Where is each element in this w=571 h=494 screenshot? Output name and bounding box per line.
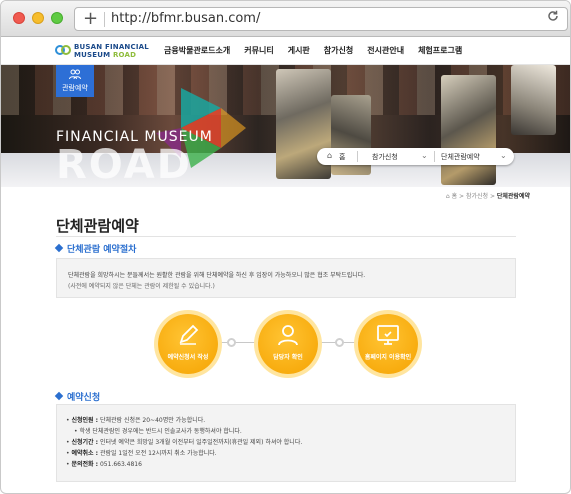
info-row-students: • 학생 단체관람인 경우에는 반드시 인솔교사가 동행하셔야 합니다. [74,428,242,435]
maximize-window-button[interactable] [51,12,63,24]
quick-reservation-label: 관람예약 [62,84,88,92]
nav-item-exhibition[interactable]: 전시관안내 [367,45,404,56]
site-header: BUSAN FINANCIAL MUSEUM ROAD 금융박물관로드소개 커뮤… [1,37,570,65]
notice-line1: 단체관람을 희망하시는 분들께서는 원활한 관람을 위해 단체예약을 하신 후 … [68,272,366,279]
address-bar[interactable]: + http://bfmr.busan.com/ [74,7,568,31]
location-home[interactable]: 홈 [339,152,345,162]
hero-title-big: ROAD [56,142,192,188]
info-row-cancel: • 예약취소 : 관람일 1일전 오전 12시까지 취소 가능합니다. [66,450,217,457]
title-divider [56,236,516,237]
step-connector-knob [227,338,236,347]
nav-item-apply[interactable]: 참가신청 [324,45,353,56]
quick-reservation-button[interactable]: 관람예약 [56,65,94,97]
plus-icon[interactable]: + [83,9,98,29]
robot-image [511,65,556,135]
chevron-down-icon[interactable]: ⌄ [421,151,428,160]
step-2-label: 담당자 확인 [273,354,303,361]
step-1: 예약신청서 작성 [158,314,218,374]
notice-line2: (사전에 예약되지 않은 단체는 관람이 제한될 수 있습니다.) [68,283,215,290]
section-heading-apply: 예약신청 [54,390,100,403]
nav-item-program[interactable]: 체험프로그램 [418,45,462,56]
browser-window: + http://bfmr.busan.com/ BUSAN FINANCIAL… [0,0,571,494]
logo-text-line1[interactable]: BUSAN FINANCIAL [74,43,149,51]
home-icon[interactable]: ⌂ [327,151,332,160]
person-icon [278,325,298,346]
breadcrumb: ⌂ 홈 > 참가신청 > 단체관람예약 [445,193,530,200]
nav-item-about[interactable]: 금융박물관로드소개 [164,45,230,56]
step-connector-knob [335,338,344,347]
close-window-button[interactable] [13,12,25,24]
step-connector [219,342,261,343]
diamond-bullet-icon [54,243,64,253]
browser-toolbar: + http://bfmr.busan.com/ [1,1,570,37]
reload-icon[interactable] [547,10,559,26]
divider [104,12,105,27]
page-title: 단체관람예약 [56,217,139,235]
step-3: 홈페이지 이용확인 [358,314,418,374]
monitor-icon [377,325,399,345]
notice-box: 단체관람을 희망하시는 분들께서는 원활한 관람을 위해 단체예약을 하신 후 … [56,258,516,298]
people-icon [69,69,81,80]
location-depth1-select[interactable]: 참가신청 [372,152,398,162]
step-1-label: 예약신청서 작성 [167,354,209,361]
main-nav: 금융박물관로드소개 커뮤니티 게시판 참가신청 전시관안내 체험프로그램 [164,45,462,56]
apply-info-box: • 신청인원 : 단체관람 신청은 20~40명만 가능합니다. • 학생 단체… [56,404,516,482]
robot-image [441,75,496,185]
info-row-period: • 신청기간 : 인터넷 예약은 희망일 3개월 이전부터 일주일전까지(휴관일… [66,439,303,446]
info-row-people: • 신청인원 : 단체관람 신청은 20~40명만 가능합니다. [66,417,206,424]
chevron-down-icon[interactable]: ⌄ [500,151,507,160]
diamond-bullet-icon [54,391,64,401]
url-text[interactable]: http://bfmr.busan.com/ [111,11,260,26]
minimize-window-button[interactable] [32,12,44,24]
section-heading-procedure: 단체관람 예약절차 [54,242,136,255]
divider [357,151,358,162]
breadcrumb-home[interactable]: 홈 [452,193,458,200]
step-2: 담당자 확인 [258,314,318,374]
info-row-phone: • 문의전화 : 051.663.4816 [66,461,142,468]
hero-location-bar: ⌂ 홈 참가신청 ⌄ 단체관람예약 ⌄ [317,148,514,165]
logo-text-line2[interactable]: MUSEUM ROAD [74,51,136,59]
breadcrumb-mid[interactable]: 참가신청 [466,193,488,200]
breadcrumb-current: 단체관람예약 [496,193,530,200]
nav-item-community[interactable]: 커뮤니티 [244,45,273,56]
divider [434,151,435,162]
location-depth2-select[interactable]: 단체관람예약 [441,152,480,162]
logo-icon[interactable] [55,43,71,57]
nav-item-board[interactable]: 게시판 [288,45,310,56]
home-icon[interactable]: ⌂ [446,193,450,200]
pencil-icon [179,324,199,345]
step-3-label: 홈페이지 이용확인 [364,354,412,361]
